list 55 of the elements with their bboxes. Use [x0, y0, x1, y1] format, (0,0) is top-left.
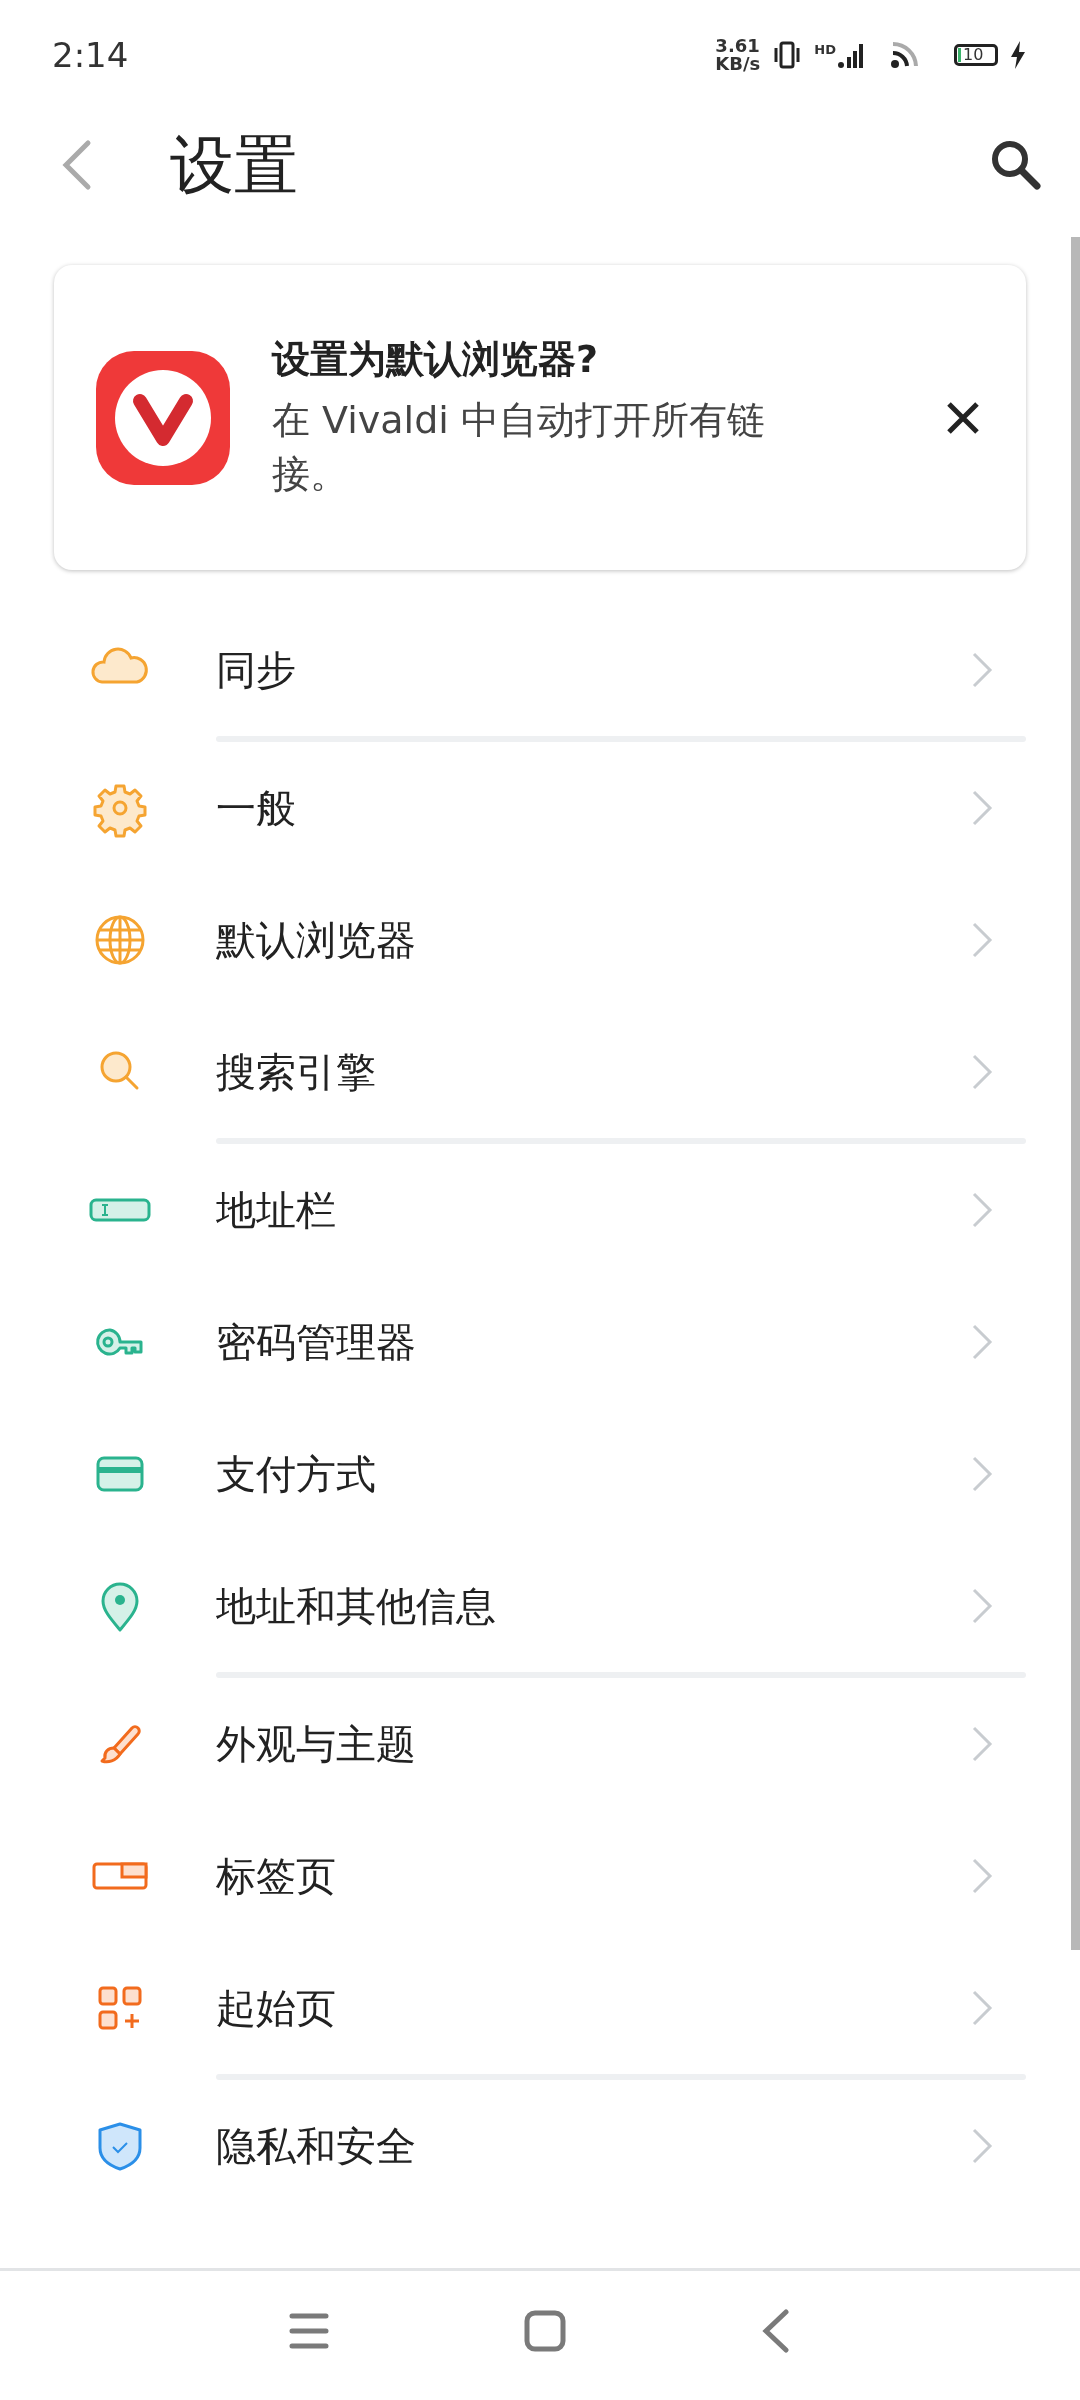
- browser-logo-icon: [96, 350, 230, 485]
- page-title: 设置: [170, 126, 299, 204]
- settings-label: 密码管理器: [216, 1317, 417, 1367]
- settings-row[interactable]: 起始页: [0, 1942, 1056, 2074]
- settings-row[interactable]: 默认浏览器: [0, 874, 1056, 1006]
- settings-label: 支付方式: [216, 1449, 377, 1499]
- settings-label: 一般: [216, 783, 297, 833]
- settings-row[interactable]: 隐私和安全: [0, 2080, 1056, 2212]
- settings-label: 起始页: [216, 1983, 337, 2033]
- settings-label: 同步: [216, 645, 297, 695]
- chevron-icon: [970, 2126, 994, 2166]
- settings-row[interactable]: 标签页: [0, 1810, 1056, 1942]
- settings-label: 默认浏览器: [216, 915, 417, 965]
- chevron-icon: [970, 1454, 994, 1494]
- chevron-icon: [970, 1724, 994, 1764]
- settings-row[interactable]: 外观与主题: [0, 1678, 1056, 1810]
- back-icon: [761, 2308, 791, 2353]
- chevron-icon: [970, 1988, 994, 2028]
- chevron-icon: [970, 920, 994, 960]
- settings-label: 搜索引擎: [216, 1047, 377, 1097]
- network-speed: 3.61 KB/s: [715, 37, 761, 73]
- chevron-icon: [970, 1190, 994, 1230]
- chevron-icon: [970, 1052, 994, 1092]
- settings-label: 地址和其他信息: [216, 1581, 497, 1631]
- settings-label: 隐私和安全: [216, 2121, 417, 2171]
- menu-button[interactable]: [289, 2311, 329, 2350]
- settings-row[interactable]: 搜索引擎: [0, 1006, 1056, 1138]
- settings-row[interactable]: 支付方式: [0, 1408, 1056, 1540]
- vibrate-icon: [772, 40, 803, 70]
- chevron-icon: [970, 1856, 994, 1896]
- close-icon: [946, 400, 980, 435]
- promo-text: 在 Vivaldi 中自动打开所有链接。: [272, 397, 766, 498]
- settings-row[interactable]: 同步: [0, 604, 1056, 736]
- chevron-icon: [970, 650, 994, 690]
- settings-row[interactable]: 地址栏: [0, 1144, 1056, 1276]
- menu-icon: [289, 2311, 329, 2350]
- promo-title: 设置为默认浏览器?: [272, 336, 600, 383]
- home-button[interactable]: [524, 2309, 566, 2352]
- settings-row[interactable]: 一般: [0, 742, 1056, 874]
- chevron-icon: [970, 788, 994, 828]
- back-button[interactable]: [761, 2308, 791, 2353]
- settings-label: 外观与主题: [216, 1719, 417, 1769]
- home-icon: [524, 2309, 566, 2352]
- signal-icon: [838, 42, 864, 68]
- chevron-icon: [970, 1586, 994, 1626]
- settings-label: 地址栏: [216, 1185, 337, 1235]
- search-icon: [990, 139, 1042, 191]
- network-type-label: HD: [814, 42, 836, 57]
- charging-icon: [1010, 41, 1026, 69]
- chevron-icon: [970, 1322, 994, 1362]
- settings-label: 标签页: [216, 1851, 337, 1901]
- settings-row[interactable]: 密码管理器: [0, 1276, 1056, 1408]
- settings-row[interactable]: 地址和其他信息: [0, 1540, 1056, 1672]
- battery-icon: 10: [954, 44, 998, 66]
- clock: 2:14: [52, 35, 130, 75]
